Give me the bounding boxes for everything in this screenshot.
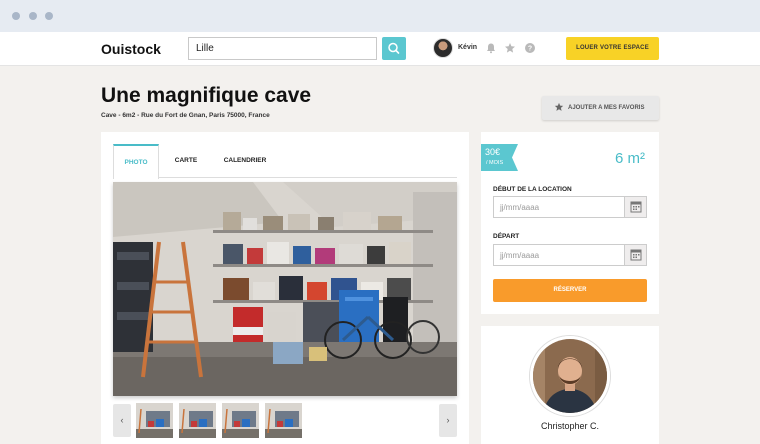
main-photo[interactable] [113,182,457,396]
gallery-thumbnail[interactable] [265,403,302,438]
gallery-thumbnail[interactable] [136,403,173,438]
search-input[interactable] [188,37,377,60]
favorites-label: AJOUTER A MES FAVORIS [568,105,645,111]
booking-card: 30€ / MOIS 6 m² DÉBUT DE LA LOCATION jj/… [481,132,659,314]
star-icon[interactable] [504,42,516,54]
price-unit: / MOIS [486,160,504,166]
page-title: Une magnifique cave [101,84,312,107]
bell-icon[interactable] [485,42,497,54]
host-avatar[interactable] [530,336,610,416]
end-date-calendar-button[interactable] [624,245,646,265]
gallery-prev-button[interactable]: ‹ [113,404,131,437]
star-icon [554,102,564,111]
tab-map[interactable]: CARTE [169,144,203,178]
window-dot [29,12,37,20]
garage-photo [113,182,457,396]
end-date-label: DÉPART [493,233,520,240]
start-date-label: DÉBUT DE LA LOCATION [493,186,572,193]
price-value: 30€ [485,147,501,157]
site-logo[interactable]: Ouistock [101,41,161,57]
host-name: Christopher C. [540,421,600,431]
list-space-button[interactable]: LOUER VOTRE ESPACE [566,37,659,60]
add-to-favorites-button[interactable]: AJOUTER A MES FAVORIS [542,96,659,120]
svg-text:?: ? [528,46,532,53]
thumbnail-image [179,403,216,438]
end-date-field[interactable]: jj/mm/aaaa [493,244,647,266]
thumbnail-image [265,403,302,438]
tab-calendar[interactable]: CALENDRIER [217,144,273,178]
reserve-button[interactable]: RÉSERVER [493,279,647,302]
gallery-thumbnail[interactable] [222,403,259,438]
window-dot [45,12,53,20]
thumbnail-image [222,403,259,438]
area-value: 6 m² [615,150,645,167]
host-card: Christopher C. [481,326,659,444]
site-header: Ouistock Kévin ? LOUER VOTRE ESPACE [0,32,760,66]
user-name[interactable]: Kévin [458,44,477,51]
calendar-icon [630,249,642,261]
search-button[interactable] [382,37,406,60]
media-card: PHOTO CARTE CALENDRIER ‹ › [101,132,469,444]
start-date-field[interactable]: jj/mm/aaaa [493,196,647,218]
gallery-next-button[interactable]: › [439,404,457,437]
start-date-calendar-button[interactable] [624,197,646,217]
listing-address: Cave - 6m2 - Rue du Fort de Gnan, Paris … [101,112,270,119]
window-dot [12,12,20,20]
end-date-placeholder: jj/mm/aaaa [500,251,540,260]
start-date-placeholder: jj/mm/aaaa [500,203,540,212]
thumbnail-image [136,403,173,438]
browser-chrome [0,0,760,32]
tab-bar: PHOTO CARTE CALENDRIER [113,144,457,179]
calendar-icon [630,201,642,213]
host-portrait [533,339,607,413]
user-avatar[interactable] [433,38,453,58]
gallery-thumbnail[interactable] [179,403,216,438]
help-icon[interactable]: ? [524,42,536,54]
search-icon [388,42,400,54]
tab-photo[interactable]: PHOTO [113,144,159,179]
